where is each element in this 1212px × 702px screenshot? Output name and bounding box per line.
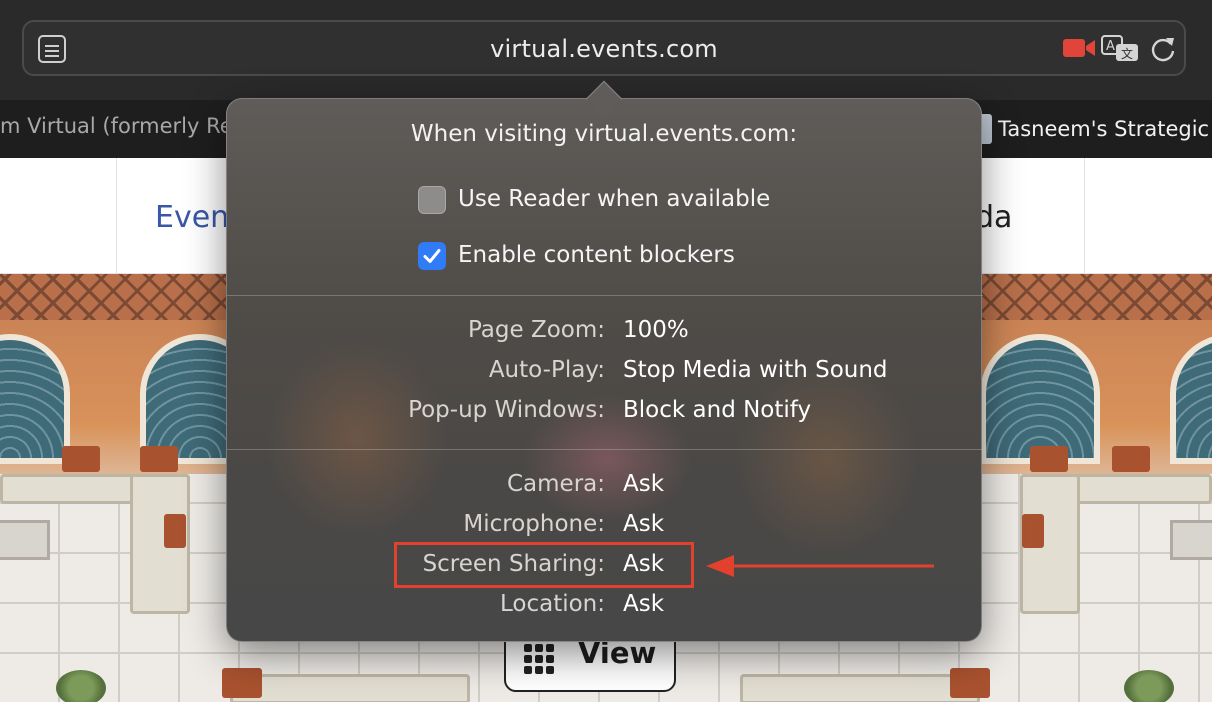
cushion bbox=[1022, 514, 1044, 548]
use-reader-checkbox[interactable] bbox=[418, 186, 446, 214]
camera-row: Camera: Ask bbox=[227, 471, 983, 503]
page-zoom-row: Page Zoom: 100% bbox=[227, 317, 983, 349]
plant bbox=[1124, 670, 1174, 702]
decorative-arch bbox=[1170, 334, 1212, 464]
separator bbox=[227, 449, 983, 450]
use-reader-label: Use Reader when available bbox=[458, 186, 771, 212]
camera-value[interactable]: Ask bbox=[623, 471, 664, 497]
plant bbox=[56, 670, 106, 702]
microphone-value[interactable]: Ask bbox=[623, 511, 664, 537]
grid-icon bbox=[524, 644, 554, 674]
location-label: Location: bbox=[499, 591, 605, 617]
nav-link-events[interactable]: Even bbox=[155, 200, 229, 235]
highlight-box bbox=[394, 542, 694, 588]
svg-text:A: A bbox=[1106, 39, 1115, 54]
nav-divider bbox=[116, 158, 117, 274]
url-text[interactable]: virtual.events.com bbox=[24, 35, 1184, 63]
reload-icon[interactable] bbox=[1148, 34, 1178, 64]
camera-label: Camera: bbox=[506, 471, 605, 497]
cushion bbox=[222, 668, 262, 698]
content-blockers-checkbox[interactable] bbox=[418, 242, 446, 270]
cushion bbox=[164, 514, 186, 548]
tab-right[interactable]: Tasneem's Strategic bbox=[976, 114, 1209, 144]
popover-title: When visiting virtual.events.com: bbox=[410, 121, 798, 147]
auto-play-label: Auto-Play: bbox=[488, 357, 605, 383]
cushion bbox=[1112, 446, 1150, 472]
sofa bbox=[230, 674, 470, 702]
camera-icon[interactable] bbox=[1062, 36, 1096, 60]
fireplace bbox=[0, 520, 50, 560]
microphone-label: Microphone: bbox=[463, 511, 605, 537]
auto-play-value[interactable]: Stop Media with Sound bbox=[623, 357, 888, 383]
page-zoom-label: Page Zoom: bbox=[467, 317, 605, 343]
location-row: Location: Ask bbox=[227, 591, 983, 623]
cushion bbox=[1030, 446, 1068, 472]
cushion bbox=[950, 668, 990, 698]
page-zoom-value[interactable]: 100% bbox=[623, 317, 689, 343]
cushion bbox=[62, 446, 100, 472]
pop-up-windows-label: Pop-up Windows: bbox=[408, 397, 605, 423]
checkmark-icon bbox=[423, 249, 441, 263]
microphone-row: Microphone: Ask bbox=[227, 511, 983, 543]
cushion bbox=[140, 446, 178, 472]
translate-icon[interactable]: A 文 bbox=[1100, 34, 1140, 64]
location-value[interactable]: Ask bbox=[623, 591, 664, 617]
pop-up-windows-value[interactable]: Block and Notify bbox=[623, 397, 811, 423]
separator bbox=[227, 295, 983, 296]
tab-right-label: Tasneem's Strategic bbox=[998, 117, 1210, 141]
fireplace bbox=[1170, 520, 1212, 560]
tab-left[interactable]: m Virtual (formerly Re bbox=[0, 114, 240, 138]
address-bar[interactable]: virtual.events.com A 文 bbox=[22, 20, 1186, 76]
nav-divider bbox=[1084, 158, 1085, 274]
decorative-arch bbox=[980, 334, 1100, 464]
decorative-arch bbox=[0, 334, 70, 464]
pop-up-windows-row: Pop-up Windows: Block and Notify bbox=[227, 397, 983, 429]
svg-text:文: 文 bbox=[1121, 46, 1133, 61]
auto-play-row: Auto-Play: Stop Media with Sound bbox=[227, 357, 983, 389]
annotation-arrow-icon bbox=[706, 555, 934, 577]
sofa bbox=[740, 674, 980, 702]
content-blockers-label: Enable content blockers bbox=[458, 242, 735, 268]
